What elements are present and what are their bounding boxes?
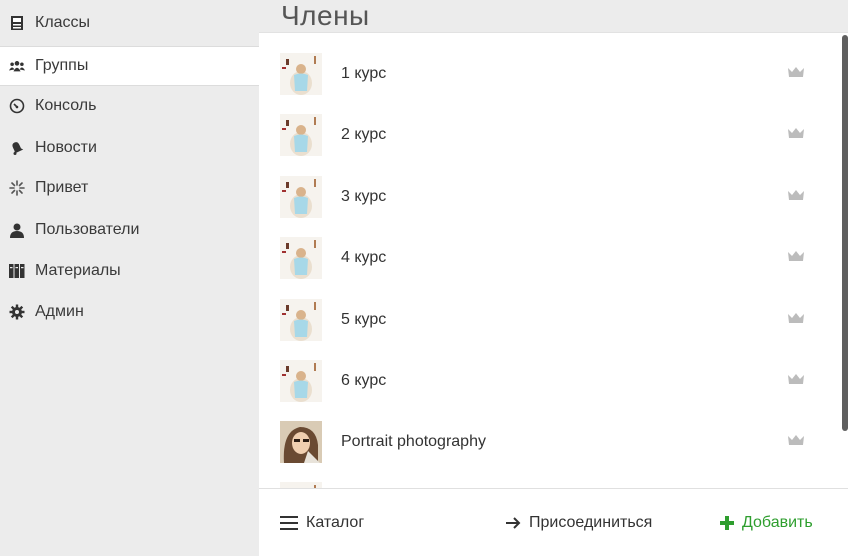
sidebar: Классы Группы Консоль Новости Привет Пол… [0, 0, 259, 554]
group-thumbnail [280, 176, 322, 218]
crown-icon [787, 433, 805, 451]
group-name: 5 курс [341, 310, 387, 328]
user-icon [9, 222, 25, 238]
group-name: 1 курс [341, 64, 387, 82]
sidebar-item-users[interactable]: Пользователи [0, 210, 259, 250]
group-row[interactable]: 6 курс [259, 350, 839, 411]
group-list: 1 курс 2 курс 3 курс 4 курс 5 курс 6 кур… [259, 33, 848, 488]
panel-footer: Каталог Присоединиться Добавить [259, 488, 848, 556]
crown-icon [787, 249, 805, 267]
menu-icon [280, 515, 298, 530]
sidebar-item-label: Привет [35, 179, 89, 196]
gear-icon [9, 304, 25, 320]
group-row[interactable] [259, 472, 839, 488]
group-thumbnail [280, 53, 322, 95]
classes-icon [9, 15, 25, 31]
plus-icon [720, 515, 734, 530]
group-thumbnail [280, 360, 322, 402]
catalog-button[interactable]: Каталог [280, 489, 364, 556]
group-row[interactable]: 4 курс [259, 227, 839, 288]
crown-icon [787, 372, 805, 390]
groups-panel: 1 курс 2 курс 3 курс 4 курс 5 курс 6 кур… [259, 32, 848, 556]
sidebar-item-label: Материалы [35, 262, 121, 279]
group-name: 3 курс [341, 187, 387, 205]
dashboard-icon [9, 98, 25, 114]
sidebar-item-materials[interactable]: Материалы [0, 251, 259, 291]
group-row[interactable]: 3 курс [259, 166, 839, 227]
group-row[interactable]: Portrait photography [259, 411, 839, 472]
sidebar-item-admin[interactable]: Админ [0, 292, 259, 332]
group-name: 4 курс [341, 248, 387, 266]
sidebar-item-label: Пользователи [35, 221, 140, 238]
sidebar-item-label: Админ [35, 303, 84, 320]
groups-icon [9, 58, 25, 74]
sidebar-item-groups[interactable]: Группы [0, 46, 259, 86]
sidebar-item-label: Классы [35, 14, 91, 31]
group-thumbnail [280, 237, 322, 279]
group-row[interactable]: 1 курс [259, 43, 839, 104]
sidebar-item-label: Группы [35, 57, 89, 74]
group-row[interactable]: 2 курс [259, 104, 839, 165]
group-thumbnail [280, 114, 322, 156]
sidebar-item-console[interactable]: Консоль [0, 86, 259, 126]
scrollbar[interactable] [842, 35, 848, 431]
sidebar-item-hello[interactable]: Привет [0, 168, 259, 208]
books-icon [9, 263, 25, 279]
bell-icon [9, 140, 25, 156]
sidebar-item-label: Новости [35, 139, 97, 156]
group-name: Portrait photography [341, 432, 486, 450]
join-label: Присоединиться [529, 513, 653, 531]
sidebar-item-label: Консоль [35, 97, 97, 114]
crown-icon [787, 188, 805, 206]
catalog-label: Каталог [306, 513, 365, 531]
group-name: 2 курс [341, 125, 387, 143]
sparkle-icon [9, 180, 25, 196]
group-row[interactable]: 5 курс [259, 289, 839, 350]
page-title: Члены [281, 0, 370, 28]
add-button[interactable]: Добавить [720, 489, 813, 556]
crown-icon [787, 65, 805, 83]
sidebar-item-news[interactable]: Новости [0, 128, 259, 168]
group-name: 6 курс [341, 371, 387, 389]
group-thumbnail [280, 299, 322, 341]
join-button[interactable]: Присоединиться [505, 489, 652, 556]
crown-icon [787, 126, 805, 144]
add-label: Добавить [742, 513, 813, 531]
crown-icon [787, 311, 805, 329]
arrow-right-icon [505, 516, 521, 530]
sidebar-item-classes[interactable]: Классы [0, 4, 259, 42]
portrait-thumbnail [280, 421, 322, 463]
